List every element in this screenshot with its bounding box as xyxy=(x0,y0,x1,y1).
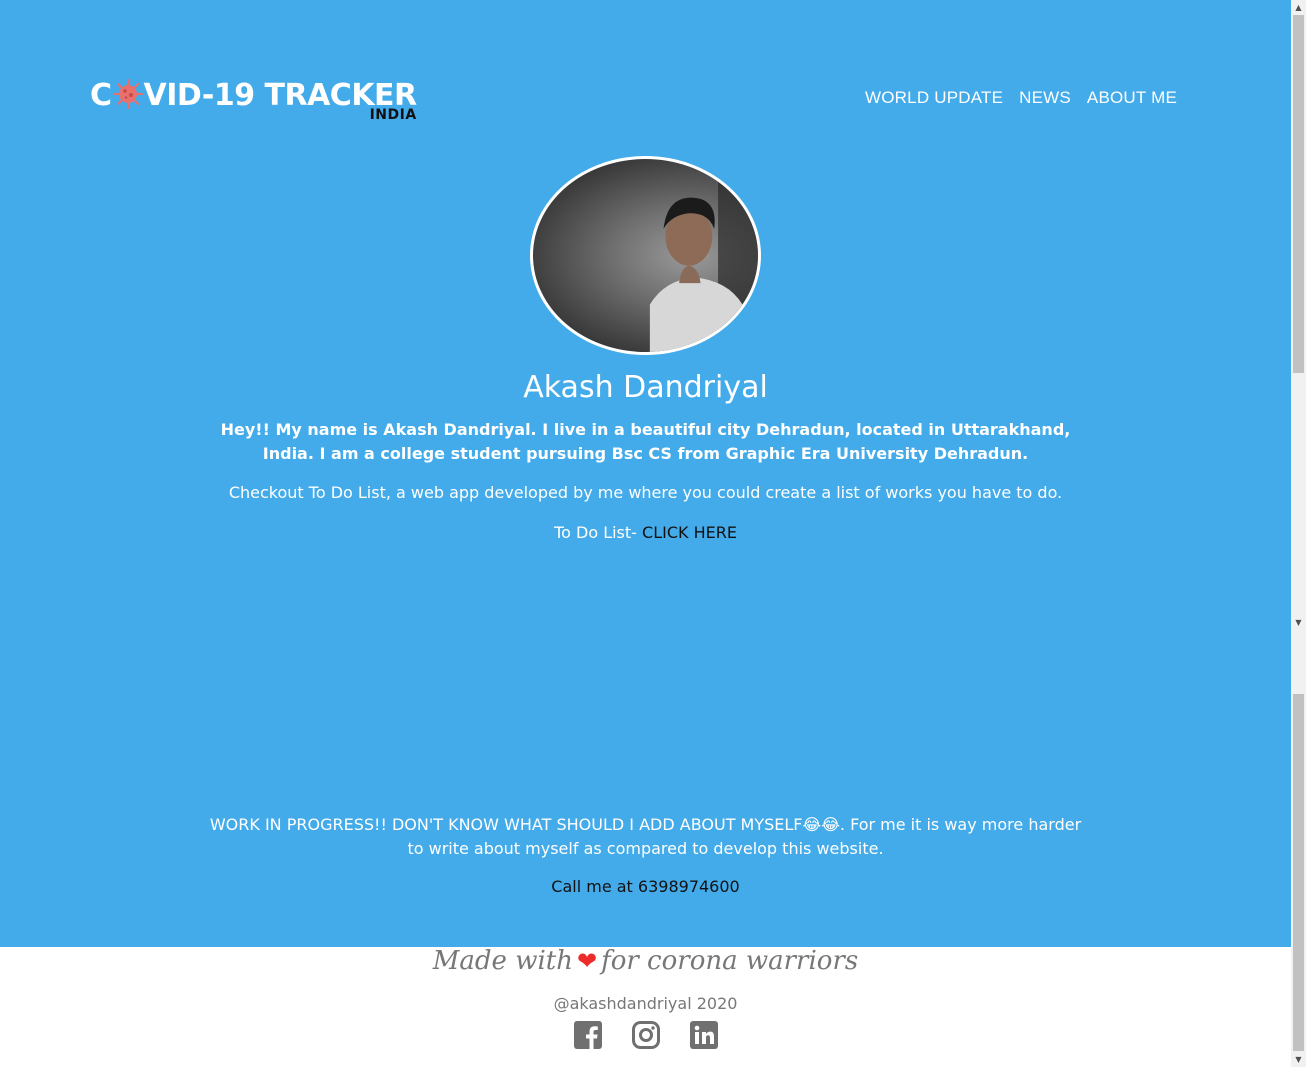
profile-photo xyxy=(530,156,761,355)
scroll-up-arrow-icon[interactable]: ▲ xyxy=(1291,0,1306,15)
facebook-icon[interactable] xyxy=(573,1020,603,1050)
made-with-label: Made with xyxy=(432,946,573,976)
nav-world-update[interactable]: WORLD UPDATE xyxy=(865,88,1003,108)
copyright-text: @akashdandriyal 2020 xyxy=(553,994,738,1013)
profile-intro: Hey!! My name is Akash Dandriyal. I live… xyxy=(220,420,1071,463)
logo-subtitle: INDIA xyxy=(369,107,417,123)
site-logo[interactable]: C VID-19 TRACKER INDIA xyxy=(90,79,417,125)
instagram-icon[interactable] xyxy=(631,1020,661,1050)
for-corona-warriors-label: for corona warriors xyxy=(601,946,859,976)
main-nav: WORLD UPDATE NEWS ABOUT ME xyxy=(865,88,1177,108)
work-in-progress-text: WORK IN PROGRESS!! DON'T KNOW WHAT SHOUL… xyxy=(209,815,1082,858)
scrollbar-thumb[interactable] xyxy=(1293,15,1304,373)
scroll-down-arrow-icon[interactable]: ▼ xyxy=(1291,615,1306,630)
made-with-text: Made with ❤ for corona warriors xyxy=(0,946,1291,976)
profile-name: Akash Dandriyal xyxy=(523,370,768,405)
main-section: C VID-19 TRACKER INDIA WORLD UPDATE NEWS… xyxy=(0,0,1291,947)
heart-icon: ❤ xyxy=(576,947,598,975)
social-links xyxy=(0,1020,1291,1050)
scroll-bottom-arrow-icon[interactable]: ▼ xyxy=(1291,1052,1306,1067)
nav-about-me[interactable]: ABOUT ME xyxy=(1087,88,1177,108)
scrollbar-thumb-lower[interactable] xyxy=(1293,694,1304,1051)
nav-news[interactable]: NEWS xyxy=(1019,88,1071,108)
todo-line: To Do List- CLICK HERE xyxy=(0,523,1291,542)
logo-title: C VID-19 TRACKER xyxy=(90,79,417,113)
page-scrollbar[interactable]: ▲ ▼ ▼ xyxy=(1291,0,1306,1067)
phone-text: Call me at 6398974600 xyxy=(551,877,740,896)
virus-icon xyxy=(112,79,143,109)
todo-description: Checkout To Do List, a web app developed… xyxy=(228,483,1063,502)
todo-label: To Do List- xyxy=(554,523,643,542)
logo-title-first-letter: C xyxy=(90,78,112,113)
linkedin-icon[interactable] xyxy=(689,1020,719,1050)
todo-link[interactable]: CLICK HERE xyxy=(642,523,737,542)
